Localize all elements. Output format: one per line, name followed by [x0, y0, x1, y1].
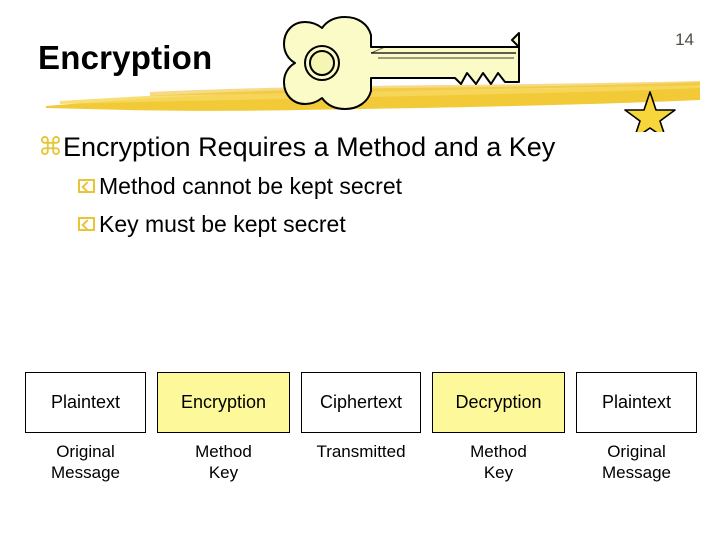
place-of-interest-bullet-icon: ⌘	[38, 133, 63, 161]
diagram-caption: Method Key	[195, 442, 252, 482]
diagram-box-decryption: Decryption	[432, 372, 565, 433]
box-chevron-bullet-icon	[78, 217, 95, 231]
encryption-flow-diagram: Plaintext Encryption Ciphertext Decrypti…	[0, 372, 720, 493]
bullet-list: ⌘ Encryption Requires a Method and a Key…	[0, 128, 720, 244]
brush-stroke	[46, 81, 700, 111]
diagram-caption-row: Original Message Method Key Transmitted …	[0, 433, 720, 493]
bullet-item-level2: Method cannot be kept secret	[0, 168, 720, 204]
key-icon	[283, 16, 520, 110]
diagram-box-label: Plaintext	[601, 392, 672, 412]
diagram-caption: Transmitted	[316, 442, 406, 461]
bullet-item-level2: Key must be kept secret	[0, 206, 720, 242]
diagram-box-label: Encryption	[180, 392, 267, 412]
diagram-caption: Method Key	[470, 442, 527, 482]
slide: Encryption 14 ⌘ Encryption Requires a Me…	[0, 0, 720, 540]
bullet-item-label: Method cannot be kept secret	[99, 173, 403, 199]
diagram-box-label: Ciphertext	[319, 392, 403, 412]
diagram-box-encryption: Encryption	[157, 372, 290, 433]
page-number: 14	[675, 30, 694, 49]
diagram-box-ciphertext: Ciphertext	[301, 372, 421, 433]
bullet-item-label: Key must be kept secret	[99, 211, 346, 237]
slide-header-banner: Encryption 14	[0, 0, 720, 132]
diagram-box-label: Plaintext	[50, 392, 121, 412]
bullet-item-level1: ⌘ Encryption Requires a Method and a Key	[0, 128, 720, 166]
diagram-caption: Original Message	[602, 442, 671, 482]
diagram-box-plaintext-2: Plaintext	[576, 372, 697, 433]
page-title: Encryption	[38, 39, 213, 76]
diagram-box-plaintext-1: Plaintext	[25, 372, 146, 433]
diagram-box-label: Decryption	[455, 392, 542, 412]
bullet-item-label: Encryption Requires a Method and a Key	[63, 132, 556, 162]
diagram-box-row: Plaintext Encryption Ciphertext Decrypti…	[0, 372, 720, 433]
box-chevron-bullet-icon	[78, 179, 95, 193]
star-icon	[624, 91, 676, 132]
diagram-caption: Original Message	[51, 442, 120, 482]
